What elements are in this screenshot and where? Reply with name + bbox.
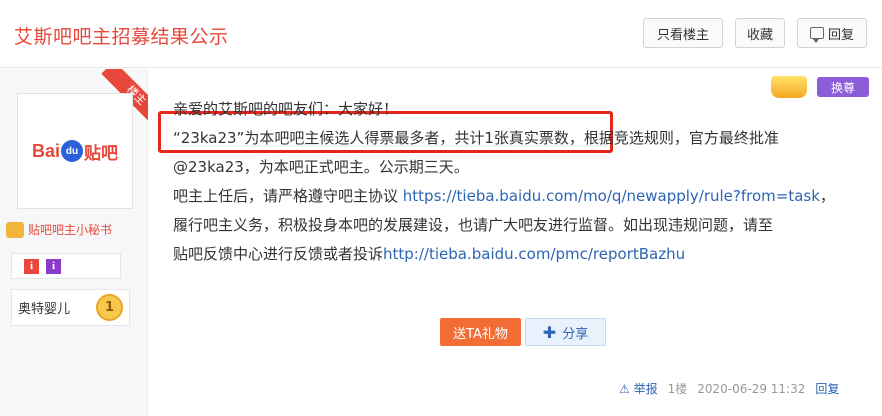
secretary-label: 贴吧吧主小秘书 [28, 223, 113, 237]
post-footer: ⚠ 举报 1楼 2020-06-29 11:32 回复 [619, 380, 839, 397]
report-link[interactable]: http://tieba.baidu.com/pmc/reportBazhu [383, 245, 685, 263]
reply-button[interactable]: 回复 [797, 18, 867, 48]
tieba-logo: Bai du 贴吧 [32, 139, 118, 164]
change-button[interactable]: 换尊 [817, 77, 869, 97]
post-text: ， [819, 187, 835, 205]
floor-number: 1楼 [667, 382, 688, 396]
user-badges: i i [11, 253, 121, 279]
post-line: 履行吧主义务，积极投身本吧的发展建设，也请广大吧友进行监督。如出现违规问题，请至 [173, 216, 774, 234]
member-badge-icon[interactable]: i [46, 258, 61, 274]
post-content: 亲爱的艾斯吧的吧友们：大家好！ “23ka23”为本吧吧主候选人得票最多者，共计… [173, 95, 873, 269]
rule-link[interactable]: https://tieba.baidu.com/mo/q/newapply/ru… [403, 187, 820, 205]
post-text: 贴吧反馈中心进行反馈或者投诉 [173, 245, 384, 263]
secretary-link[interactable]: 贴吧吧主小秘书 [6, 221, 112, 238]
badge-icon [6, 221, 24, 238]
post-line: 吧主上任后，请严格遵守吧主协议 https://tieba.baidu.com/… [173, 182, 873, 211]
paw-icon: du [61, 140, 83, 162]
share-button[interactable]: ✚ 分享 [525, 318, 606, 346]
report-label: 举报 [633, 382, 658, 396]
comment-icon [809, 27, 824, 43]
share-label: 分享 [562, 326, 589, 342]
thread-title: 艾斯吧吧主招募结果公示 [14, 26, 229, 48]
avatar[interactable]: Bai du 贴吧 [17, 93, 133, 209]
username[interactable]: 奥特婴儿 [18, 298, 70, 317]
post-line: 亲爱的艾斯吧的吧友们：大家好！ [173, 100, 399, 118]
post-line: @23ka23，为本吧正式吧主。公示期三天。 [173, 158, 469, 176]
logo-text: Bai [31, 140, 60, 161]
logo-cn-text: 贴吧 [84, 143, 118, 163]
reply-button-label: 回复 [827, 27, 854, 43]
post-text: 吧主上任后，请严格遵守吧主协议 [173, 187, 403, 205]
plus-icon: ✚ [542, 322, 557, 342]
thread-header: 艾斯吧吧主招募结果公示 只看楼主 收藏 回复 [0, 0, 882, 68]
highlighted-text: “23ka23”为本吧吧主候选人得票最多者，共计1张真实票数， [173, 129, 584, 147]
favorite-button[interactable]: 收藏 [735, 18, 785, 48]
username-box: 奥特婴儿 1 [11, 289, 130, 326]
info-badge-icon[interactable]: i [24, 258, 39, 274]
post-line: 贴吧反馈中心进行反馈或者投诉http://tieba.baidu.com/pmc… [173, 240, 873, 269]
only-op-button[interactable]: 只看楼主 [643, 18, 723, 48]
report-button[interactable]: ⚠ 举报 [619, 380, 658, 397]
post-line: “23ka23”为本吧吧主候选人得票最多者，共计1张真实票数，根据竞选规则，官方… [173, 124, 873, 153]
level-badge: 1 [96, 294, 123, 321]
post-reply-button[interactable]: 回复 [815, 380, 839, 397]
send-gift-button[interactable]: 送TA礼物 [440, 318, 521, 346]
post-body: 换尊 亲爱的艾斯吧的吧友们：大家好！ “23ka23”为本吧吧主候选人得票最多者… [149, 69, 882, 416]
post-text: 根据竞选规则，官方最终批准 [583, 129, 779, 147]
user-panel: 楼主 Bai du 贴吧 贴吧吧主小秘书 i i 奥特婴儿 1 [0, 69, 148, 416]
post-timestamp: 2020-06-29 11:32 [697, 381, 806, 396]
